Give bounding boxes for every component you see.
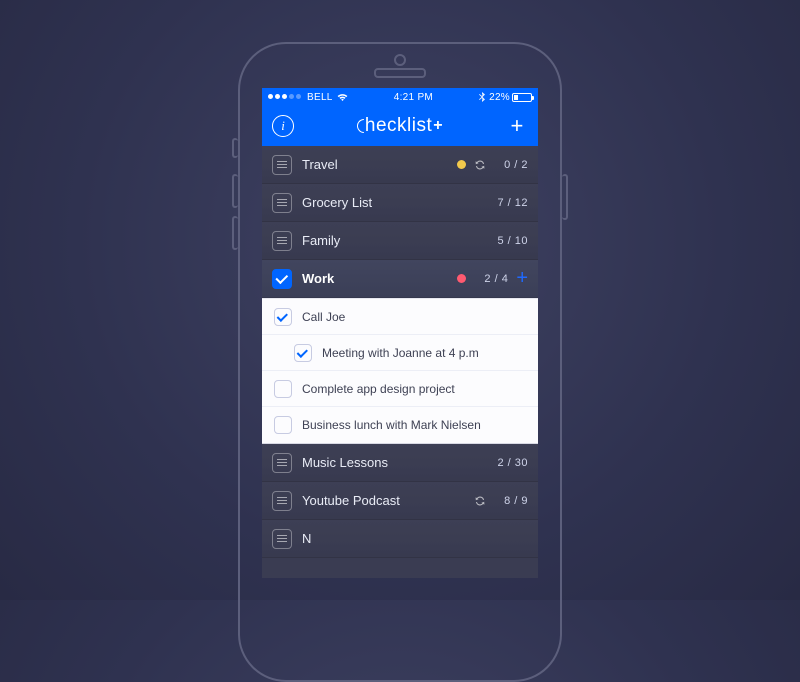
brand-text: hecklist	[365, 115, 432, 136]
device-volume-down	[232, 216, 238, 250]
status-bar: BELL 4:21 PM 22%	[262, 88, 538, 106]
color-dot-icon	[457, 160, 466, 169]
carrier-label: BELL	[307, 92, 333, 103]
device-volume-up	[232, 174, 238, 208]
list-row[interactable]: Travel 0 / 2	[262, 146, 538, 184]
brand-plus: +	[433, 117, 443, 134]
drag-handle-icon[interactable]	[272, 155, 292, 175]
task-label: Complete app design project	[302, 382, 455, 396]
list-title: Family	[302, 233, 494, 248]
checkbox-checked-icon[interactable]	[274, 308, 292, 326]
list-title: Travel	[302, 157, 457, 172]
list-count: 7 / 12	[494, 197, 528, 209]
list-title: Grocery List	[302, 195, 494, 210]
task-row[interactable]: Call Joe	[262, 299, 538, 335]
clock-label: 4:21 PM	[348, 92, 479, 103]
checkbox-checked-icon[interactable]	[294, 344, 312, 362]
info-button[interactable]: i	[272, 115, 294, 137]
sync-icon	[474, 159, 486, 171]
add-task-button[interactable]: +	[516, 267, 528, 290]
list-row[interactable]: Family5 / 10	[262, 222, 538, 260]
checkbox-empty-icon[interactable]	[274, 416, 292, 434]
drag-handle-icon[interactable]	[272, 231, 292, 251]
list-row[interactable]: Music Lessons2 / 30	[262, 444, 538, 482]
list-count: 8 / 9	[494, 495, 528, 507]
list-title: Youtube Podcast	[302, 493, 474, 508]
list-title: N	[302, 531, 494, 546]
list-title: Work	[302, 271, 457, 286]
device-mute-switch	[232, 138, 238, 158]
task-label: Business lunch with Mark Nielsen	[302, 418, 481, 432]
wifi-icon	[337, 93, 348, 102]
list-row[interactable]: N	[262, 520, 538, 558]
battery-icon	[512, 93, 532, 102]
list-row[interactable]: Youtube Podcast 8 / 9	[262, 482, 538, 520]
list-count: 5 / 10	[494, 235, 528, 247]
checkmark-icon[interactable]	[272, 269, 292, 289]
device-power-button	[562, 174, 568, 220]
list-count: 2 / 30	[494, 457, 528, 469]
task-row[interactable]: Business lunch with Mark Nielsen	[262, 407, 538, 443]
list-title: Music Lessons	[302, 455, 494, 470]
task-label: Call Joe	[302, 310, 345, 324]
lists-container: Travel0 / 2Grocery List7 / 12Family5 / 1…	[262, 146, 538, 558]
signal-dots-icon	[268, 92, 303, 103]
task-panel: Call Joe Meeting with Joanne at 4 p.m Comp…	[262, 298, 538, 444]
task-row[interactable]: Complete app design project	[262, 371, 538, 407]
drag-handle-icon[interactable]	[272, 491, 292, 511]
list-row[interactable]: Work 2 / 4 +	[262, 260, 538, 298]
color-dot-icon	[457, 274, 466, 283]
nav-bar: i hecklist+ +	[262, 106, 538, 146]
list-count: 0 / 2	[494, 159, 528, 171]
plus-icon: +	[511, 113, 524, 138]
app-title: hecklist+	[357, 115, 443, 137]
task-label: Meeting with Joanne at 4 p.m	[322, 346, 479, 360]
list-count: 2 / 4	[474, 273, 508, 285]
battery-pct-label: 22%	[489, 92, 510, 103]
task-row[interactable]: Meeting with Joanne at 4 p.m	[262, 335, 538, 371]
list-row[interactable]: Grocery List7 / 12	[262, 184, 538, 222]
drag-handle-icon[interactable]	[272, 453, 292, 473]
bluetooth-icon	[479, 92, 485, 102]
drag-handle-icon[interactable]	[272, 193, 292, 213]
info-icon: i	[281, 118, 285, 134]
sync-icon	[474, 495, 486, 507]
checkbox-empty-icon[interactable]	[274, 380, 292, 398]
screen: BELL 4:21 PM 22% i hecklist+ + Travel0 /…	[262, 88, 538, 578]
drag-handle-icon[interactable]	[272, 529, 292, 549]
add-list-button[interactable]: +	[506, 113, 528, 139]
